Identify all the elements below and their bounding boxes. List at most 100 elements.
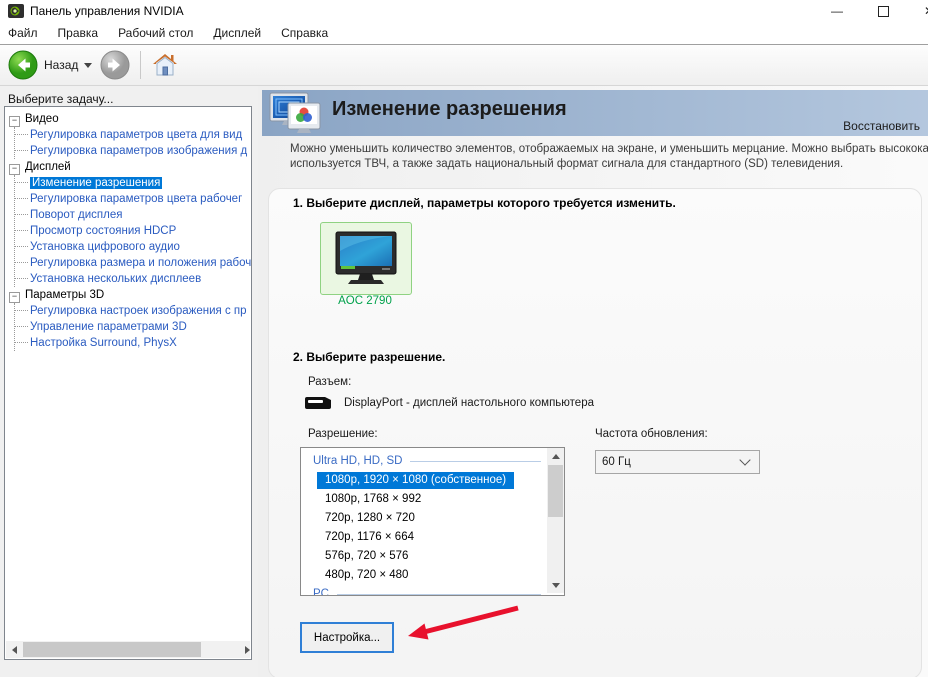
tree-item-label: Регулировка параметров изображения д: [30, 145, 247, 157]
sidebar-header: Выберите задачу...: [8, 92, 113, 106]
tree-item-hdcp-status[interactable]: Просмотр состояния HDCP: [15, 223, 251, 239]
change-resolution-icon: [268, 91, 326, 137]
tree-item-video-image[interactable]: Регулировка параметров изображения д: [15, 143, 251, 159]
menu-bar: Файл Правка Рабочий стол Дисплей Справка: [0, 22, 928, 45]
navigation-toolbar: Назад: [0, 45, 928, 86]
tree-group-display[interactable]: −Дисплей: [5, 159, 251, 175]
tree-item-rotate-display[interactable]: Поворот дисплея: [15, 207, 251, 223]
group-header-label: Ultra HD, HD, SD: [313, 452, 402, 471]
scrollbar-thumb[interactable]: [23, 642, 201, 657]
connector-value: DisplayPort - дисплей настольного компью…: [344, 397, 594, 409]
chevron-down-icon: [739, 454, 750, 465]
tree-item-label: Регулировка параметров цвета рабочег: [30, 193, 242, 205]
tree-item-multiple-displays[interactable]: Установка нескольких дисплеев: [15, 271, 251, 287]
forward-button[interactable]: [100, 50, 130, 80]
step1-heading: 1. Выберите дисплей, параметры которого …: [293, 196, 676, 210]
tree-group-3d-settings[interactable]: −Параметры 3D: [5, 287, 251, 303]
tree-item-size-position[interactable]: Регулировка размера и положения рабоч: [15, 255, 251, 271]
tree-group-video[interactable]: −Видео: [5, 111, 251, 127]
task-tree-panel: −Видео Регулировка параметров цвета для …: [4, 106, 252, 660]
resolution-option-selected[interactable]: 1080p, 1920 × 1080 (собственное): [301, 471, 545, 490]
resolution-option-label: 1080p, 1768 × 992: [325, 493, 421, 505]
back-button-label[interactable]: Назад: [44, 58, 78, 72]
scroll-right-icon[interactable]: [233, 641, 250, 658]
window-title: Панель управления NVIDIA: [30, 4, 184, 18]
resolution-option-label: 1080p, 1920 × 1080 (собственное): [317, 472, 514, 489]
tree-item-label: Установка нескольких дисплеев: [30, 273, 201, 285]
title-bar: Панель управления NVIDIA — ✕: [0, 0, 928, 22]
group-header-rule: [337, 594, 541, 595]
task-sidebar: Выберите задачу... −Видео Регулировка па…: [0, 86, 258, 677]
close-button[interactable]: ✕: [912, 0, 928, 22]
display-tile-aoc2790[interactable]: [320, 222, 412, 295]
tree-item-label: Поворот дисплея: [30, 209, 122, 221]
tree-item-label: Регулировка размера и положения рабоч: [30, 257, 251, 269]
tree-group-label: Параметры 3D: [25, 289, 104, 301]
refresh-rate-dropdown[interactable]: 60 Гц: [595, 450, 760, 474]
home-button[interactable]: [151, 51, 179, 79]
resolution-option-label: 576p, 720 × 576: [325, 550, 408, 562]
resolution-option-label: 720p, 1280 × 720: [325, 512, 415, 524]
description-line-1: Можно уменьшить количество элементов, от…: [290, 142, 928, 157]
tree-item-label: Регулировка параметров цвета для вид: [30, 129, 242, 141]
refresh-rate-label: Частота обновления:: [595, 428, 708, 440]
scroll-up-icon[interactable]: [547, 448, 564, 464]
resolution-option-label: 480p, 720 × 480: [325, 569, 408, 581]
scroll-left-icon[interactable]: [6, 641, 23, 658]
menu-edit[interactable]: Правка: [48, 22, 109, 44]
connector-row: DisplayPort - дисплей настольного компью…: [304, 396, 594, 410]
scroll-down-icon[interactable]: [547, 577, 564, 593]
tree-item-surround-physx[interactable]: Настройка Surround, PhysX: [15, 335, 251, 351]
toolbar-separator: [140, 51, 141, 79]
restore-button[interactable]: Восстановить: [843, 119, 920, 133]
collapse-icon[interactable]: −: [9, 292, 20, 303]
group-header-label: PC: [313, 585, 329, 596]
main-content: Изменение разрешения Восстановить Можно …: [258, 86, 928, 677]
tree-item-label: Просмотр состояния HDCP: [30, 225, 176, 237]
menu-help[interactable]: Справка: [271, 22, 338, 44]
tree-item-label: Установка цифрового аудио: [30, 241, 180, 253]
tree-item-desktop-color[interactable]: Регулировка параметров цвета рабочег: [15, 191, 251, 207]
collapse-icon[interactable]: −: [9, 116, 20, 127]
resolution-listbox[interactable]: Ultra HD, HD, SD 1080p, 1920 × 1080 (соб…: [300, 447, 565, 596]
tree-item-video-color[interactable]: Регулировка параметров цвета для вид: [15, 127, 251, 143]
tree-group-label: Дисплей: [25, 161, 71, 173]
minimize-button[interactable]: —: [820, 0, 854, 22]
sidebar-horizontal-scrollbar[interactable]: [6, 641, 250, 658]
back-history-dropdown-icon[interactable]: [84, 63, 92, 68]
tree-item-label: Управление параметрами 3D: [30, 321, 187, 333]
group-header-rule: [410, 461, 541, 462]
display-name-label: AOC 2790: [320, 295, 410, 307]
resolution-option[interactable]: 1080p, 1768 × 992: [301, 490, 545, 509]
maximize-button[interactable]: [866, 0, 900, 22]
tree-item-change-resolution[interactable]: Изменение разрешения: [15, 175, 251, 191]
resolution-group-header: Ultra HD, HD, SD: [301, 452, 545, 471]
displayport-icon: [304, 396, 334, 410]
refresh-rate-value: 60 Гц: [602, 456, 741, 468]
resolution-option[interactable]: 480p, 720 × 480: [301, 566, 545, 585]
task-tree: −Видео Регулировка параметров цвета для …: [5, 107, 251, 351]
menu-file[interactable]: Файл: [0, 22, 48, 44]
resolution-group-header-pc: PC: [301, 585, 545, 596]
collapse-icon[interactable]: −: [9, 164, 20, 175]
resolution-option[interactable]: 576p, 720 × 576: [301, 547, 545, 566]
tree-item-label: Настройка Surround, PhysX: [30, 337, 177, 349]
listbox-vertical-scrollbar[interactable]: [547, 448, 564, 593]
nvidia-logo-icon: [8, 3, 24, 19]
tree-item-label: Регулировка настроек изображения с пр: [30, 305, 247, 317]
tree-item-3d-manage[interactable]: Управление параметрами 3D: [15, 319, 251, 335]
customize-button[interactable]: Настройка...: [300, 622, 394, 653]
menu-desktop[interactable]: Рабочий стол: [108, 22, 203, 44]
resolution-option[interactable]: 720p, 1176 × 664: [301, 528, 545, 547]
page-header-banner: Изменение разрешения Восстановить: [262, 90, 928, 136]
resolution-option[interactable]: 720p, 1280 × 720: [301, 509, 545, 528]
step2-heading: 2. Выберите разрешение.: [293, 350, 445, 364]
tree-group-label: Видео: [25, 113, 59, 125]
description-line-2: используется ТВЧ, а также задать национа…: [290, 157, 928, 172]
resolution-option-label: 720p, 1176 × 664: [325, 531, 414, 543]
menu-display[interactable]: Дисплей: [203, 22, 271, 44]
tree-item-digital-audio[interactable]: Установка цифрового аудио: [15, 239, 251, 255]
scrollbar-thumb[interactable]: [548, 465, 563, 517]
tree-item-3d-image-settings[interactable]: Регулировка настроек изображения с пр: [15, 303, 251, 319]
back-button[interactable]: [8, 50, 38, 80]
